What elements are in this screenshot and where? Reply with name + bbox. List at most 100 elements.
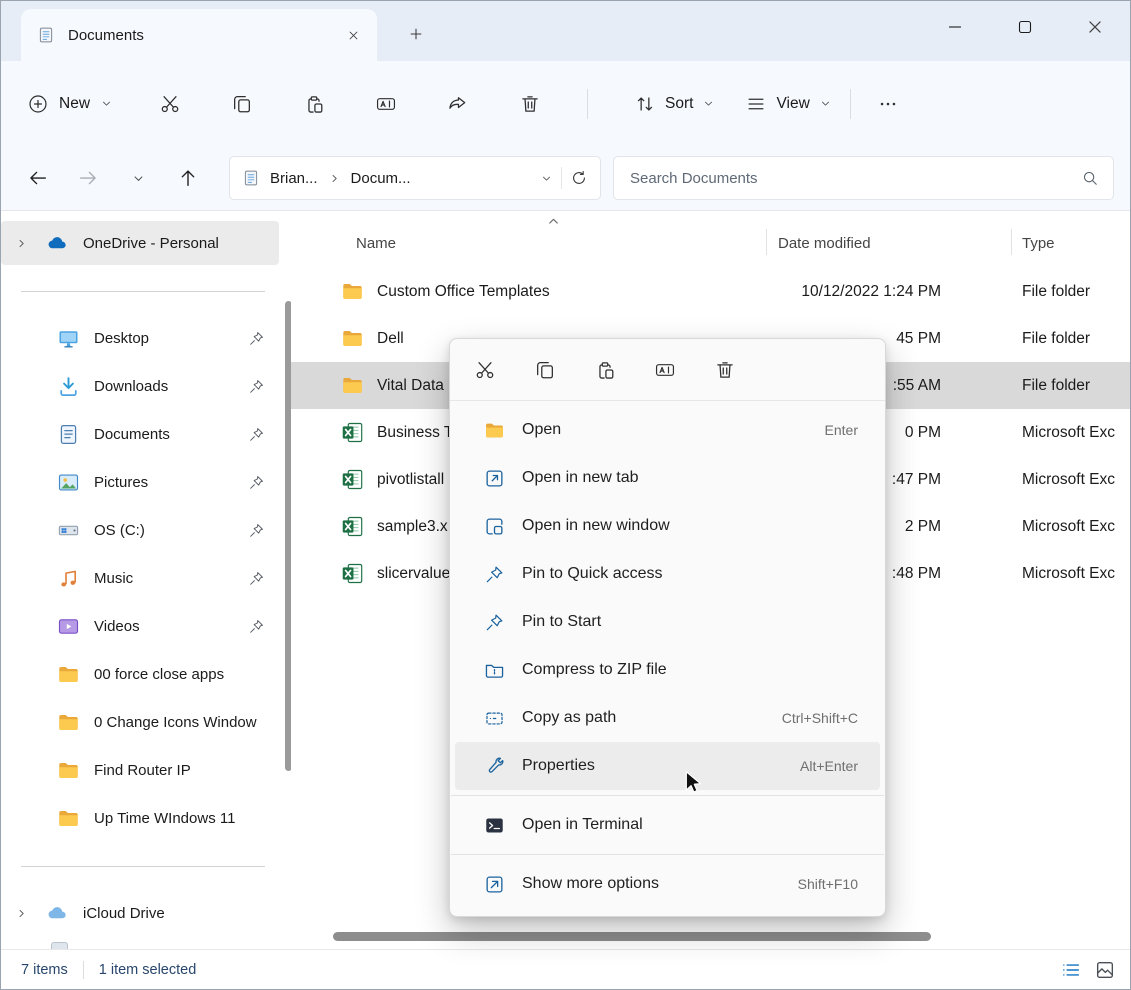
recent-locations-button[interactable] bbox=[123, 163, 153, 193]
chevron-down-icon bbox=[819, 97, 832, 110]
menu-item-label: Open in new tab bbox=[522, 469, 639, 487]
context-copy-button[interactable] bbox=[534, 359, 556, 381]
sidebar-item-onedrive[interactable]: OneDrive - Personal bbox=[1, 221, 279, 265]
menu-item-open-in-terminal[interactable]: Open in Terminal bbox=[455, 801, 880, 849]
pictures-icon bbox=[57, 471, 80, 494]
column-header-type[interactable]: Type bbox=[1022, 235, 1055, 252]
menu-item-pin-to-start[interactable]: Pin to Start bbox=[455, 598, 880, 646]
copy-button[interactable] bbox=[231, 93, 253, 115]
up-arrow-icon bbox=[177, 167, 199, 189]
large-icons-view-icon[interactable] bbox=[1094, 959, 1116, 981]
column-divider[interactable] bbox=[766, 229, 767, 255]
search-input[interactable] bbox=[628, 169, 1071, 188]
menu-item-pin-to-quick-access[interactable]: Pin to Quick access bbox=[455, 550, 880, 598]
view-icon bbox=[745, 93, 767, 115]
menu-item-properties[interactable]: PropertiesAlt+Enter bbox=[455, 742, 880, 790]
cut-icon bbox=[159, 93, 181, 115]
sidebar-item-0-change-icons-window[interactable]: 0 Change Icons Window bbox=[1, 698, 281, 746]
up-button[interactable] bbox=[173, 163, 203, 193]
rename-button[interactable] bbox=[375, 93, 397, 115]
sidebar-item-label: Music bbox=[94, 570, 133, 587]
context-cut-button[interactable] bbox=[474, 359, 496, 381]
context-menu: OpenEnter Open in new tab Open in new wind… bbox=[449, 338, 886, 917]
sidebar-item-documents[interactable]: Documents bbox=[1, 410, 281, 458]
new-tab-button[interactable] bbox=[403, 21, 429, 47]
sidebar-item-up-time-windows-11[interactable]: Up Time WIndows 11 bbox=[1, 794, 281, 842]
pin-icon bbox=[248, 618, 265, 635]
terminal-icon bbox=[484, 815, 505, 836]
expander-chevron-icon[interactable] bbox=[15, 907, 28, 920]
forward-button[interactable] bbox=[73, 163, 103, 193]
file-name: Custom Office Templates bbox=[377, 283, 550, 301]
new-button[interactable]: New bbox=[27, 93, 113, 115]
folder-icon bbox=[57, 807, 80, 830]
refresh-icon[interactable] bbox=[570, 169, 588, 187]
sidebar-item-os-c[interactable]: OS (C:) bbox=[1, 506, 281, 554]
file-name-cell: Business T bbox=[341, 409, 453, 456]
menu-item-copy-as-path[interactable]: Copy as pathCtrl+Shift+C bbox=[455, 694, 880, 742]
delete-button[interactable] bbox=[519, 93, 541, 115]
zip-icon bbox=[484, 660, 505, 681]
maximize-button[interactable] bbox=[990, 1, 1060, 53]
expander-chevron-icon[interactable] bbox=[15, 237, 28, 250]
sort-icon bbox=[634, 93, 656, 115]
share-button[interactable] bbox=[447, 93, 469, 115]
sidebar-separator bbox=[21, 866, 265, 867]
menu-item-open-in-new-tab[interactable]: Open in new tab bbox=[455, 454, 880, 502]
breadcrumb-separator bbox=[561, 167, 562, 189]
sidebar-item-downloads[interactable]: Downloads bbox=[1, 362, 281, 410]
context-rename-button[interactable] bbox=[654, 359, 676, 381]
pin-icon bbox=[248, 522, 265, 539]
menu-item-open[interactable]: OpenEnter bbox=[455, 406, 880, 454]
sidebar: OneDrive - Personal DesktopDownloadsDocu… bbox=[1, 211, 281, 949]
menu-item-open-in-new-window[interactable]: Open in new window bbox=[455, 502, 880, 550]
status-separator bbox=[83, 961, 84, 979]
sidebar-item-icloud[interactable]: iCloud Drive bbox=[1, 891, 281, 935]
explorer-tab[interactable]: Documents bbox=[21, 9, 377, 61]
see-more-button[interactable] bbox=[875, 93, 901, 115]
column-divider[interactable] bbox=[1011, 229, 1012, 255]
context-delete-button[interactable] bbox=[714, 359, 736, 381]
close-window-button[interactable] bbox=[1060, 1, 1130, 53]
view-button[interactable]: View bbox=[745, 93, 831, 115]
delete-icon bbox=[714, 359, 736, 381]
cut-button[interactable] bbox=[159, 93, 181, 115]
menu-item-label: Open in new window bbox=[522, 517, 670, 535]
sidebar-item-desktop[interactable]: Desktop bbox=[1, 314, 281, 362]
breadcrumb[interactable]: Brian... Docum... bbox=[229, 156, 601, 200]
column-header-name[interactable]: Name bbox=[356, 235, 396, 252]
context-paste-button[interactable] bbox=[594, 359, 616, 381]
sort-ascending-icon bbox=[546, 214, 561, 229]
sidebar-item-pictures[interactable]: Pictures bbox=[1, 458, 281, 506]
menu-item-compress-to-zip-file[interactable]: Compress to ZIP file bbox=[455, 646, 880, 694]
sort-button[interactable]: Sort bbox=[634, 93, 715, 115]
column-header-date-modified[interactable]: Date modified bbox=[778, 235, 871, 252]
pin-icon bbox=[248, 330, 265, 347]
menu-item-show-more-options[interactable]: Show more optionsShift+F10 bbox=[455, 860, 880, 908]
breadcrumb-segment[interactable]: Brian... bbox=[270, 170, 318, 187]
breadcrumb-segment[interactable]: Docum... bbox=[351, 170, 411, 187]
details-view-icon[interactable] bbox=[1060, 959, 1082, 981]
paste-button[interactable] bbox=[303, 93, 325, 115]
search-box[interactable] bbox=[613, 156, 1114, 200]
folder-icon bbox=[57, 663, 80, 686]
horizontal-scrollbar[interactable] bbox=[333, 932, 931, 941]
sidebar-item-00-force-close-apps[interactable]: 00 force close apps bbox=[1, 650, 281, 698]
desktop-icon bbox=[57, 327, 80, 350]
chevron-down-icon[interactable] bbox=[540, 172, 553, 185]
menu-item-label: Open in Terminal bbox=[522, 816, 643, 834]
back-button[interactable] bbox=[23, 163, 53, 193]
excel-icon bbox=[341, 562, 364, 585]
sidebar-item-label: Find Router IP bbox=[94, 762, 191, 779]
minimize-icon bbox=[944, 16, 966, 38]
sidebar-item-music[interactable]: Music bbox=[1, 554, 281, 602]
excel-icon bbox=[341, 468, 364, 491]
file-type: File folder bbox=[1022, 315, 1090, 362]
pin-blue-icon bbox=[484, 612, 505, 633]
minimize-button[interactable] bbox=[920, 1, 990, 53]
sidebar-item-videos[interactable]: Videos bbox=[1, 602, 281, 650]
tab-close-button[interactable] bbox=[346, 28, 361, 43]
window-controls bbox=[920, 1, 1130, 53]
sidebar-item-find-router-ip[interactable]: Find Router IP bbox=[1, 746, 281, 794]
file-row-custom-office-templates[interactable]: Custom Office Templates10/12/2022 1:24 P… bbox=[291, 268, 1130, 315]
